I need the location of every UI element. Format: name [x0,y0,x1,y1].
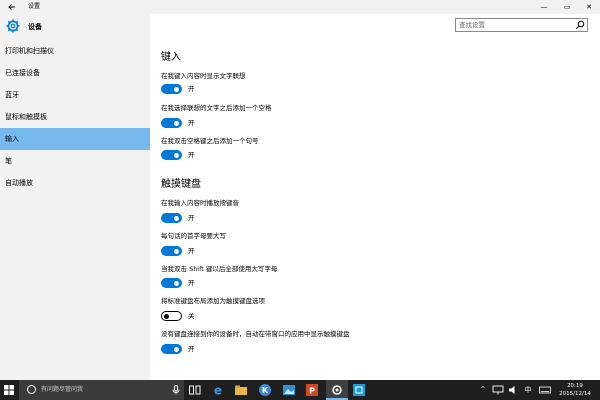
taskbar-search-placeholder: 有问题尽管问我 [41,386,84,393]
maximize-button[interactable]: ▭ [556,0,578,14]
window-title: 设置 [28,3,41,10]
close-button[interactable]: ✕ [578,0,600,14]
toggle-knob [174,346,179,352]
toggle-switch[interactable] [161,246,182,256]
main-content: 键入 在我键入内容时显示文字联想 开 在我选择联想的文字之后添加一个空格 开 在… [150,14,600,380]
toggle-knob [174,215,179,221]
sidebar-item-mouse-touchpad[interactable]: 鼠标和触摸板 [0,106,150,128]
search-placeholder: 查找设置 [459,21,485,29]
option-label: 每句话的首字母要大写 [161,232,226,240]
toggle-state-label: 开 [188,214,195,222]
clock-date: 2015/12/14 [559,391,591,397]
sidebar-item-pen[interactable]: 笔 [0,150,150,172]
option-label: 当我双击 Shift 键以后全部使用大写字母 [161,265,278,273]
edge-icon[interactable]: e [211,383,225,398]
toggle-state-label: 开 [188,119,195,127]
toggle-switch[interactable] [161,150,182,160]
settings-window: 设置 — ▭ ✕ 设备 打印机和扫描仪 已连接设备 蓝牙 鼠标和触摸板 输入 笔… [0,0,600,400]
toggle-switch[interactable] [161,344,182,354]
sidebar-item-connected-devices[interactable]: 已连接设备 [0,62,150,84]
toggle-switch[interactable] [161,213,182,223]
option-label: 在我选择联想的文字之后添加一个空格 [161,104,272,112]
option-label: 在我输入内容时播放按键音 [161,199,239,207]
microphone-icon[interactable] [171,385,181,395]
sidebar-item-printers-scanners[interactable]: 打印机和扫描仪 [0,40,150,62]
search-icon [575,20,585,30]
sidebar-header: 设备 [0,14,150,40]
sidebar: 设备 打印机和扫描仪 已连接设备 蓝牙 鼠标和触摸板 输入 笔 自动播放 [0,14,150,380]
file-explorer-icon[interactable] [234,383,248,397]
option-label: 没有键盘连接到你的设备时，自动在带窗口的应用中显示触摸键盘 [161,330,350,338]
toggle-knob [174,152,179,158]
sidebar-item-typing[interactable]: 输入 [0,128,150,150]
option-label: 在我键入内容时显示文字联想 [161,72,246,80]
toggle-state-label: 开 [188,279,195,287]
sidebar-item-autoplay[interactable]: 自动播放 [0,172,150,194]
search-input[interactable]: 查找设置 [455,18,588,32]
title-bar: 设置 — ▭ ✕ [0,0,600,14]
toggle-state-label: 关 [188,312,195,320]
settings-taskbar-button[interactable] [326,380,348,400]
toggle-switch[interactable] [161,278,182,288]
toggle-state-label: 开 [188,151,195,159]
k-app-icon[interactable]: K [258,383,272,397]
toggle-knob [174,86,179,92]
taskbar-search-box[interactable]: 有问题尽管问我 [19,380,184,400]
photos-icon[interactable] [282,383,296,397]
tray-chevron-icon[interactable]: ^ [478,380,488,400]
keyboard-icon[interactable] [539,384,551,396]
toggle-state-label: 开 [188,247,195,255]
toggle-knob [174,280,179,286]
cortana-icon [27,385,36,394]
option-label: 将标准键盘布局添加为触摸键盘选项 [161,297,265,305]
toggle-knob [174,120,179,126]
svg-text:P: P [309,387,315,396]
sidebar-title: 设备 [28,23,42,31]
clock-time: 20:19 [567,383,583,389]
gear-icon [6,19,20,33]
system-clock[interactable]: 20:19 2015/12/14 [557,382,593,398]
input-method-icon[interactable]: 中 [523,380,533,400]
toggle-knob [164,313,169,319]
section-title-typing: 键入 [161,52,181,63]
task-view-icon[interactable] [188,383,202,397]
section-title-touch-keyboard: 触摸键盘 [161,179,201,190]
volume-icon[interactable] [508,384,520,396]
toggle-knob [174,248,179,254]
taskbar: 有问题尽管问我 e K P ^ 中 20:19 2015/12/14 [0,380,600,400]
network-icon[interactable] [492,384,504,396]
windows-start-icon[interactable] [4,385,14,395]
back-arrow-icon [8,4,15,10]
sidebar-item-bluetooth[interactable]: 蓝牙 [0,84,150,106]
settings-icon [332,385,342,395]
minimize-button[interactable]: — [533,0,555,14]
powerpoint-icon[interactable]: P [305,383,319,397]
back-button[interactable] [4,0,20,14]
toggle-switch[interactable] [161,118,182,128]
svg-text:K: K [262,386,269,395]
option-label: 在我双击空格键之后添加一个句号 [161,137,259,145]
toggle-switch[interactable] [161,84,182,94]
toggle-switch[interactable] [161,311,182,321]
app-icon[interactable] [352,383,366,397]
toggle-state-label: 开 [188,85,195,93]
toggle-state-label: 开 [188,345,195,353]
svg-text:e: e [214,384,222,398]
